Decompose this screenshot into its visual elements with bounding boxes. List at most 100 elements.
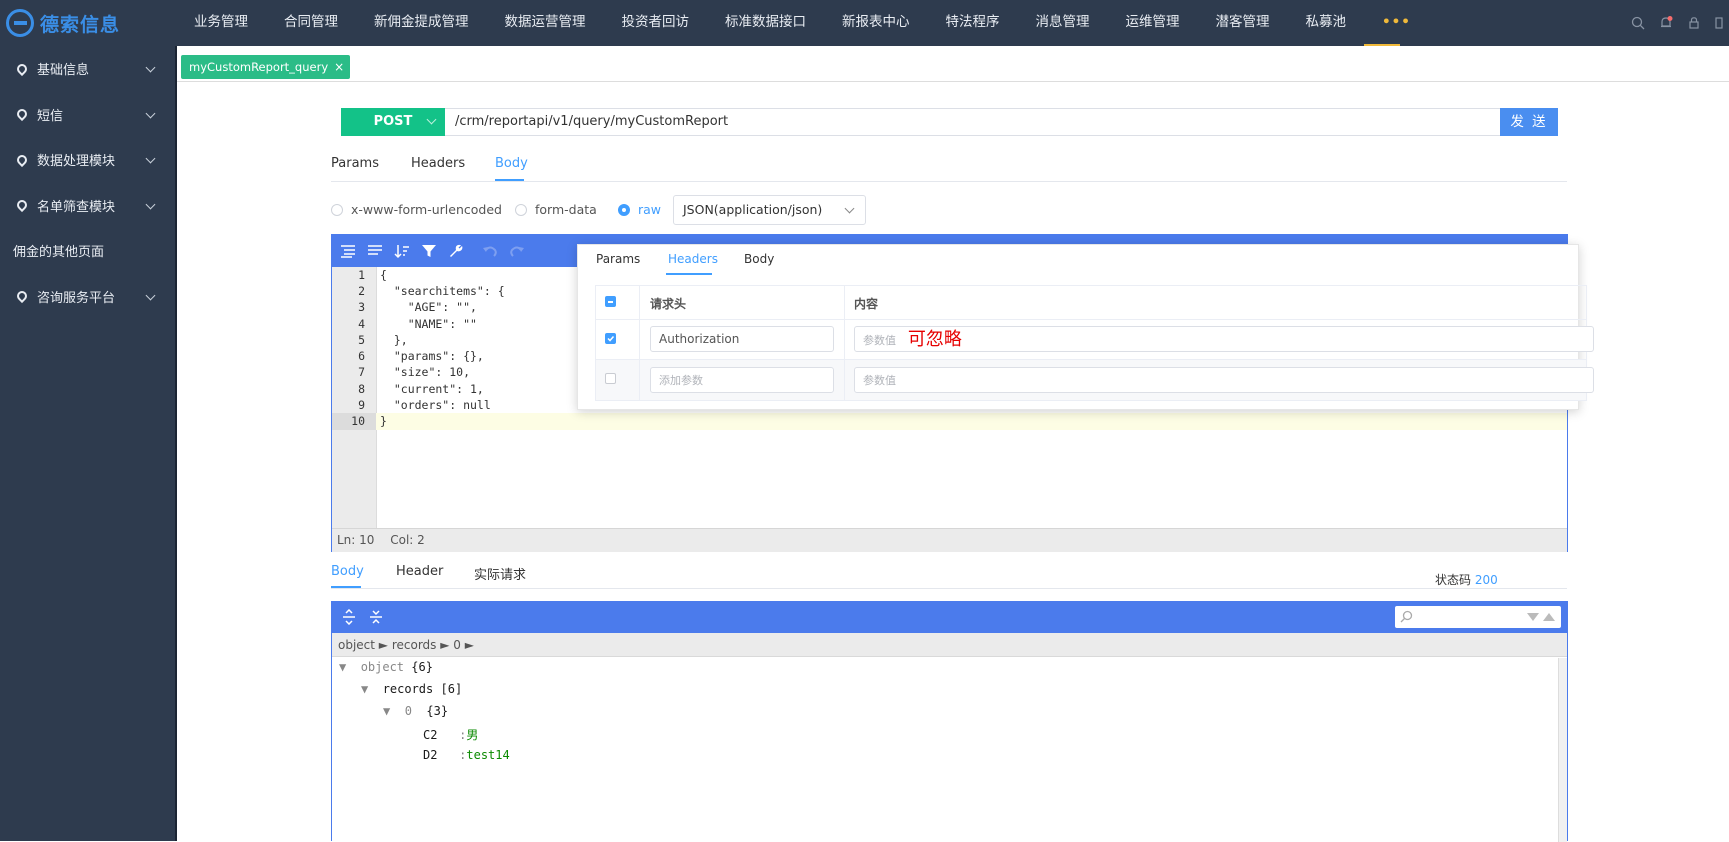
sidebar-item-label: 咨询服务平台 (37, 290, 116, 306)
nav-item-special-procedure[interactable]: 特法程序 (928, 0, 1018, 46)
nav-item-contract[interactable]: 合同管理 (266, 0, 356, 46)
nav-item-report-center[interactable]: 新报表中心 (824, 0, 928, 46)
placeholder: 参数值 (863, 334, 896, 347)
radio-circle (515, 203, 527, 216)
radio-urlencoded[interactable]: x-www-form-urlencoded (331, 202, 502, 217)
add-param-input[interactable]: 添加参数 (650, 367, 834, 393)
method-select[interactable]: POST (341, 108, 445, 136)
tab-body[interactable]: Body (495, 156, 528, 171)
page-tab-bar: myCustomReport_query × (177, 46, 1729, 82)
popup-tab-body[interactable]: Body (744, 252, 774, 266)
tab-actual-request[interactable]: 实际请求 (474, 564, 526, 583)
code-line: { (380, 268, 387, 282)
brand-logo[interactable]: 德索信息 (6, 8, 120, 38)
send-button[interactable]: 发 送 (1500, 108, 1558, 136)
status-label: 状态码 200 (1435, 573, 1498, 587)
popup-tab-params[interactable]: Params (596, 252, 640, 266)
headers-table: 请求头 内容 Authorization 参数值 可忽略 添加参数 参数值 (595, 285, 1594, 401)
tree-node-records[interactable]: ▼ records [6] (361, 682, 462, 696)
tab-params[interactable]: Params (331, 156, 379, 171)
location-pin-icon (14, 289, 30, 304)
collapse-all-icon[interactable] (368, 609, 384, 625)
sidebar-item-data-processing[interactable]: 数据处理模块 (0, 137, 175, 183)
row-checkbox[interactable] (605, 333, 616, 344)
tab-response-header[interactable]: Header (396, 564, 443, 579)
nav-item-private-pool[interactable]: 私募池 (1288, 0, 1365, 46)
nav-item-data-ops[interactable]: 数据运营管理 (487, 0, 604, 46)
content-type-select[interactable]: JSON(application/json) (673, 195, 866, 225)
tree-leaf-c2[interactable]: C2 :男 (423, 726, 478, 743)
sidebar-item-consulting[interactable]: 咨询服务平台 (0, 274, 175, 320)
wrench-icon[interactable] (448, 243, 464, 259)
nav-item-investor-visit[interactable]: 投资者回访 (604, 0, 708, 46)
header-key-input[interactable]: Authorization (650, 326, 834, 352)
radio-circle (331, 203, 343, 216)
redo-icon[interactable] (509, 243, 525, 259)
bell-icon[interactable] (1659, 16, 1673, 30)
check-icon (607, 336, 615, 342)
scrollbar[interactable] (1558, 658, 1567, 842)
sidebar-item-label: 基础信息 (37, 63, 90, 79)
line-number: 6 (358, 349, 365, 363)
viewer-search-input[interactable] (1395, 606, 1561, 628)
search-next-icon[interactable] (1527, 613, 1539, 621)
sidebar-item-list-screening[interactable]: 名单筛查模块 (0, 183, 175, 229)
toggle-icon[interactable]: ▼ (361, 682, 368, 696)
page-tab-mycustomreport[interactable]: myCustomReport_query × (181, 55, 351, 79)
line-number: 2 (358, 284, 365, 298)
undo-icon[interactable] (482, 243, 498, 259)
tree-meta: [6] (440, 682, 463, 696)
code-line: }, (380, 333, 408, 347)
tab-headers[interactable]: Headers (411, 156, 465, 171)
code-line: "orders": null (380, 398, 491, 412)
chevron-down-icon (426, 114, 437, 125)
nav-item-std-interface[interactable]: 标准数据接口 (707, 0, 824, 46)
row-checkbox[interactable] (605, 373, 616, 384)
expand-all-icon[interactable] (341, 609, 357, 625)
close-icon[interactable]: × (334, 60, 344, 74)
location-pin-icon (14, 198, 30, 213)
format-icon[interactable] (340, 243, 356, 259)
toggle-icon[interactable]: ▼ (383, 704, 390, 718)
url-input[interactable]: /crm/reportapi/v1/query/myCustomReport (455, 109, 728, 135)
line-number: 5 (358, 333, 365, 347)
sidebar-item-basic-info[interactable]: 基础信息 (0, 46, 175, 92)
tree-leaf-d2[interactable]: D2 :test14 (423, 748, 510, 762)
tree-meta: {3} (426, 704, 449, 718)
radio-raw[interactable]: raw (618, 202, 661, 217)
compact-icon[interactable] (367, 243, 383, 259)
sort-icon[interactable] (394, 243, 410, 259)
sidebar-item-commission-other[interactable]: 佣金的其他页面 (0, 228, 175, 274)
search-icon[interactable] (1631, 16, 1645, 30)
code-line: "searchitems": { (380, 284, 505, 298)
user-icon[interactable] (1715, 16, 1729, 30)
radio-circle-selected (618, 203, 630, 216)
header-value-input[interactable]: 参数值 可忽略 (854, 326, 1594, 352)
tab-response-body[interactable]: Body (331, 564, 364, 579)
radio-label: form-data (535, 202, 597, 217)
lock-icon[interactable] (1687, 16, 1701, 30)
json-viewer: object ► records ► 0 ► ▼ object {6} ▼ re… (331, 601, 1568, 842)
tree-node-0[interactable]: ▼ 0 {3} (383, 704, 448, 718)
popup-tab-headers[interactable]: Headers (668, 252, 718, 266)
tree-value: 男 (466, 728, 479, 742)
nav-item-business[interactable]: 业务管理 (176, 0, 266, 46)
header-value-input[interactable]: 参数值 (854, 367, 1594, 393)
sidebar-item-sms[interactable]: 短信 (0, 92, 175, 138)
nav-item-message[interactable]: 消息管理 (1018, 0, 1108, 46)
column-divider (844, 286, 845, 400)
viewer-breadcrumb[interactable]: object ► records ► 0 ► (332, 633, 1567, 657)
select-all-checkbox[interactable] (605, 296, 616, 307)
more-menu-icon[interactable]: ••• (1364, 0, 1410, 46)
tree-meta: {6} (411, 660, 433, 674)
nav-item-prospect[interactable]: 潜客管理 (1198, 0, 1288, 46)
tree-node-object[interactable]: ▼ object {6} (339, 660, 433, 674)
nav-item-ops[interactable]: 运维管理 (1108, 0, 1198, 46)
filter-icon[interactable] (421, 243, 437, 259)
search-prev-icon[interactable] (1543, 613, 1555, 621)
toggle-icon[interactable]: ▼ (339, 660, 346, 674)
radio-label: x-www-form-urlencoded (351, 202, 502, 217)
top-menu: 业务管理 合同管理 新佣金提成管理 数据运营管理 投资者回访 标准数据接口 新报… (176, 0, 1410, 46)
radio-form-data[interactable]: form-data (515, 202, 597, 217)
nav-item-commission[interactable]: 新佣金提成管理 (356, 0, 487, 46)
